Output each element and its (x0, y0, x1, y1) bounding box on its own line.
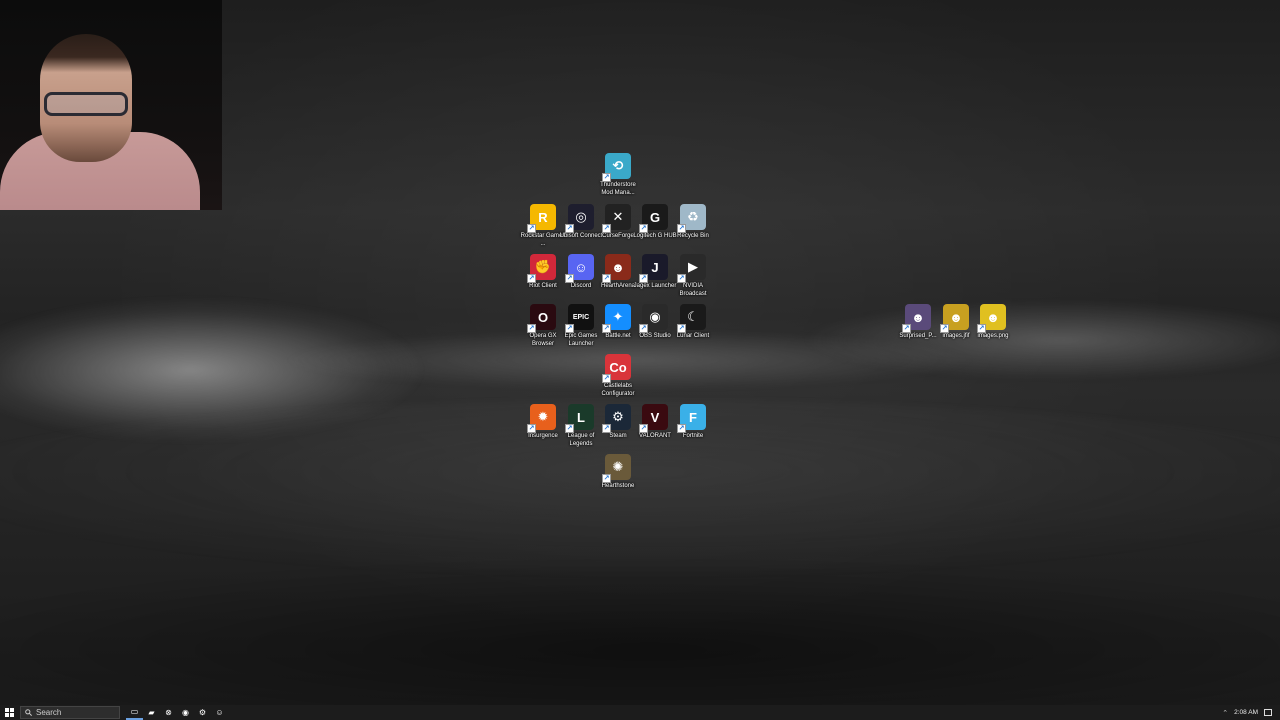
castlelabs-icon: Co ↗ (602, 354, 631, 383)
shortcut-arrow-icon: ↗ (677, 424, 686, 433)
riot-client-icon: ✊ ↗ (527, 254, 556, 283)
taskbar-obs-icon[interactable]: ◉ (177, 705, 194, 720)
shortcut-arrow-icon: ↗ (565, 324, 574, 333)
taskbar-file-explorer-icon[interactable]: ▰ (143, 705, 160, 720)
desktop-icon[interactable]: ☾ ↗ Lunar Client (671, 304, 715, 341)
start-button[interactable] (0, 705, 18, 720)
shortcut-arrow-icon: ↗ (639, 274, 648, 283)
desktop-icon-label: Recycle Bin (677, 233, 709, 239)
shortcut-arrow-icon: ↗ (527, 424, 536, 433)
image-file-icon: ☻ ↗ (977, 304, 1006, 333)
image-file-icon: ☻ ↗ (902, 304, 931, 333)
heartharena-icon: ☻ ↗ (602, 254, 631, 283)
desktop-icon-label: Hearthstone (601, 483, 635, 489)
shortcut-arrow-icon: ↗ (527, 324, 536, 333)
shortcut-arrow-icon: ↗ (602, 324, 611, 333)
thunderstore-icon: ⟲ ↗ (602, 153, 631, 182)
shortcut-arrow-icon: ↗ (677, 274, 686, 283)
taskbar-xbox-icon[interactable]: ⊗ (160, 705, 177, 720)
taskbar: Search ▭ ▰ ⊗ ◉ ⚙ ☺ ⌃ 2:08 AM (0, 705, 1280, 720)
desktop-icon-label: Fortnite (682, 433, 704, 439)
valorant-icon: V ↗ (639, 404, 668, 433)
shortcut-arrow-icon: ↗ (639, 324, 648, 333)
hearthstone-icon: ✺ ↗ (602, 454, 631, 483)
nvidia-icon: ▶ ↗ (677, 254, 706, 283)
shortcut-arrow-icon: ↗ (677, 224, 686, 233)
windows-logo-icon (4, 708, 14, 717)
webcam-person-glasses (44, 92, 128, 116)
taskbar-discord-icon[interactable]: ☺ (211, 705, 228, 720)
shortcut-arrow-icon: ↗ (602, 474, 611, 483)
taskbar-steam-icon[interactable]: ⚙ (194, 705, 211, 720)
desktop-icon[interactable]: ▶ ↗ NVIDIA Broadcast (671, 254, 715, 298)
discord-icon: ☺ ↗ (565, 254, 594, 283)
curseforge-icon: ✕ ↗ (602, 204, 631, 233)
desktop-icon[interactable]: ⟲ ↗ Thunderstore Mod Mana... (596, 153, 640, 197)
recycle-bin-icon: ♻ ↗ (677, 204, 706, 233)
opera-gx-icon: O ↗ (527, 304, 556, 333)
shortcut-arrow-icon: ↗ (639, 424, 648, 433)
shortcut-arrow-icon: ↗ (565, 224, 574, 233)
taskbar-search-box[interactable]: Search (20, 706, 120, 719)
shortcut-arrow-icon: ↗ (602, 173, 611, 182)
desktop-icon[interactable]: F ↗ Fortnite (671, 404, 715, 441)
shortcut-arrow-icon: ↗ (602, 374, 611, 383)
epic-games-icon: EPIC ↗ (565, 304, 594, 333)
logitech-icon: G ↗ (639, 204, 668, 233)
fortnite-icon: F ↗ (677, 404, 706, 433)
shortcut-arrow-icon: ↗ (527, 274, 536, 283)
shortcut-arrow-icon: ↗ (940, 324, 949, 333)
system-tray: ⌃ 2:08 AM (1222, 705, 1280, 720)
desktop-icon-label: Castlelabs Configurator (601, 383, 635, 397)
obs-icon: ◉ ↗ (639, 304, 668, 333)
battlenet-icon: ✦ ↗ (602, 304, 631, 333)
shortcut-arrow-icon: ↗ (602, 424, 611, 433)
shortcut-arrow-icon: ↗ (602, 224, 611, 233)
league-icon: L ↗ (565, 404, 594, 433)
wave-shadow (0, 560, 1280, 705)
chevron-up-icon[interactable]: ⌃ (1222, 709, 1228, 717)
steam-icon: ⚙ ↗ (602, 404, 631, 433)
jagex-icon: J ↗ (639, 254, 668, 283)
desktop: ⟲ ↗ Thunderstore Mod Mana... R ↗ Rockstar Gam… (0, 0, 1280, 705)
shortcut-arrow-icon: ↗ (602, 274, 611, 283)
notification-icon[interactable] (1264, 709, 1272, 716)
desktop-icon[interactable]: ☻ ↗ images.png (971, 304, 1015, 341)
ubisoft-icon: ◎ ↗ (565, 204, 594, 233)
desktop-icon-label: NVIDIA Broadcast (679, 283, 707, 297)
image-file-icon: ☻ ↗ (940, 304, 969, 333)
search-icon (25, 709, 32, 716)
taskbar-task-view-icon[interactable]: ▭ (126, 705, 143, 720)
clock[interactable]: 2:08 AM (1234, 709, 1258, 716)
lunar-client-icon: ☾ ↗ (677, 304, 706, 333)
desktop-icon-label: Thunderstore Mod Mana... (600, 182, 636, 196)
desktop-icon[interactable]: ♻ ↗ Recycle Bin (671, 204, 715, 241)
shortcut-arrow-icon: ↗ (639, 224, 648, 233)
insurgence-icon: ✹ ↗ (527, 404, 556, 433)
search-placeholder: Search (36, 708, 62, 717)
shortcut-arrow-icon: ↗ (977, 324, 986, 333)
desktop-icon[interactable]: Co ↗ Castlelabs Configurator (596, 354, 640, 398)
desktop-icon[interactable]: ✺ ↗ Hearthstone (596, 454, 640, 491)
desktop-icon-label: Lunar Client (676, 333, 710, 339)
shortcut-arrow-icon: ↗ (565, 274, 574, 283)
shortcut-arrow-icon: ↗ (527, 224, 536, 233)
webcam-overlay (0, 0, 222, 210)
desktop-icon-label: images.png (977, 333, 1009, 339)
rockstar-icon: R ↗ (527, 204, 556, 233)
shortcut-arrow-icon: ↗ (902, 324, 911, 333)
shortcut-arrow-icon: ↗ (677, 324, 686, 333)
shortcut-arrow-icon: ↗ (565, 424, 574, 433)
